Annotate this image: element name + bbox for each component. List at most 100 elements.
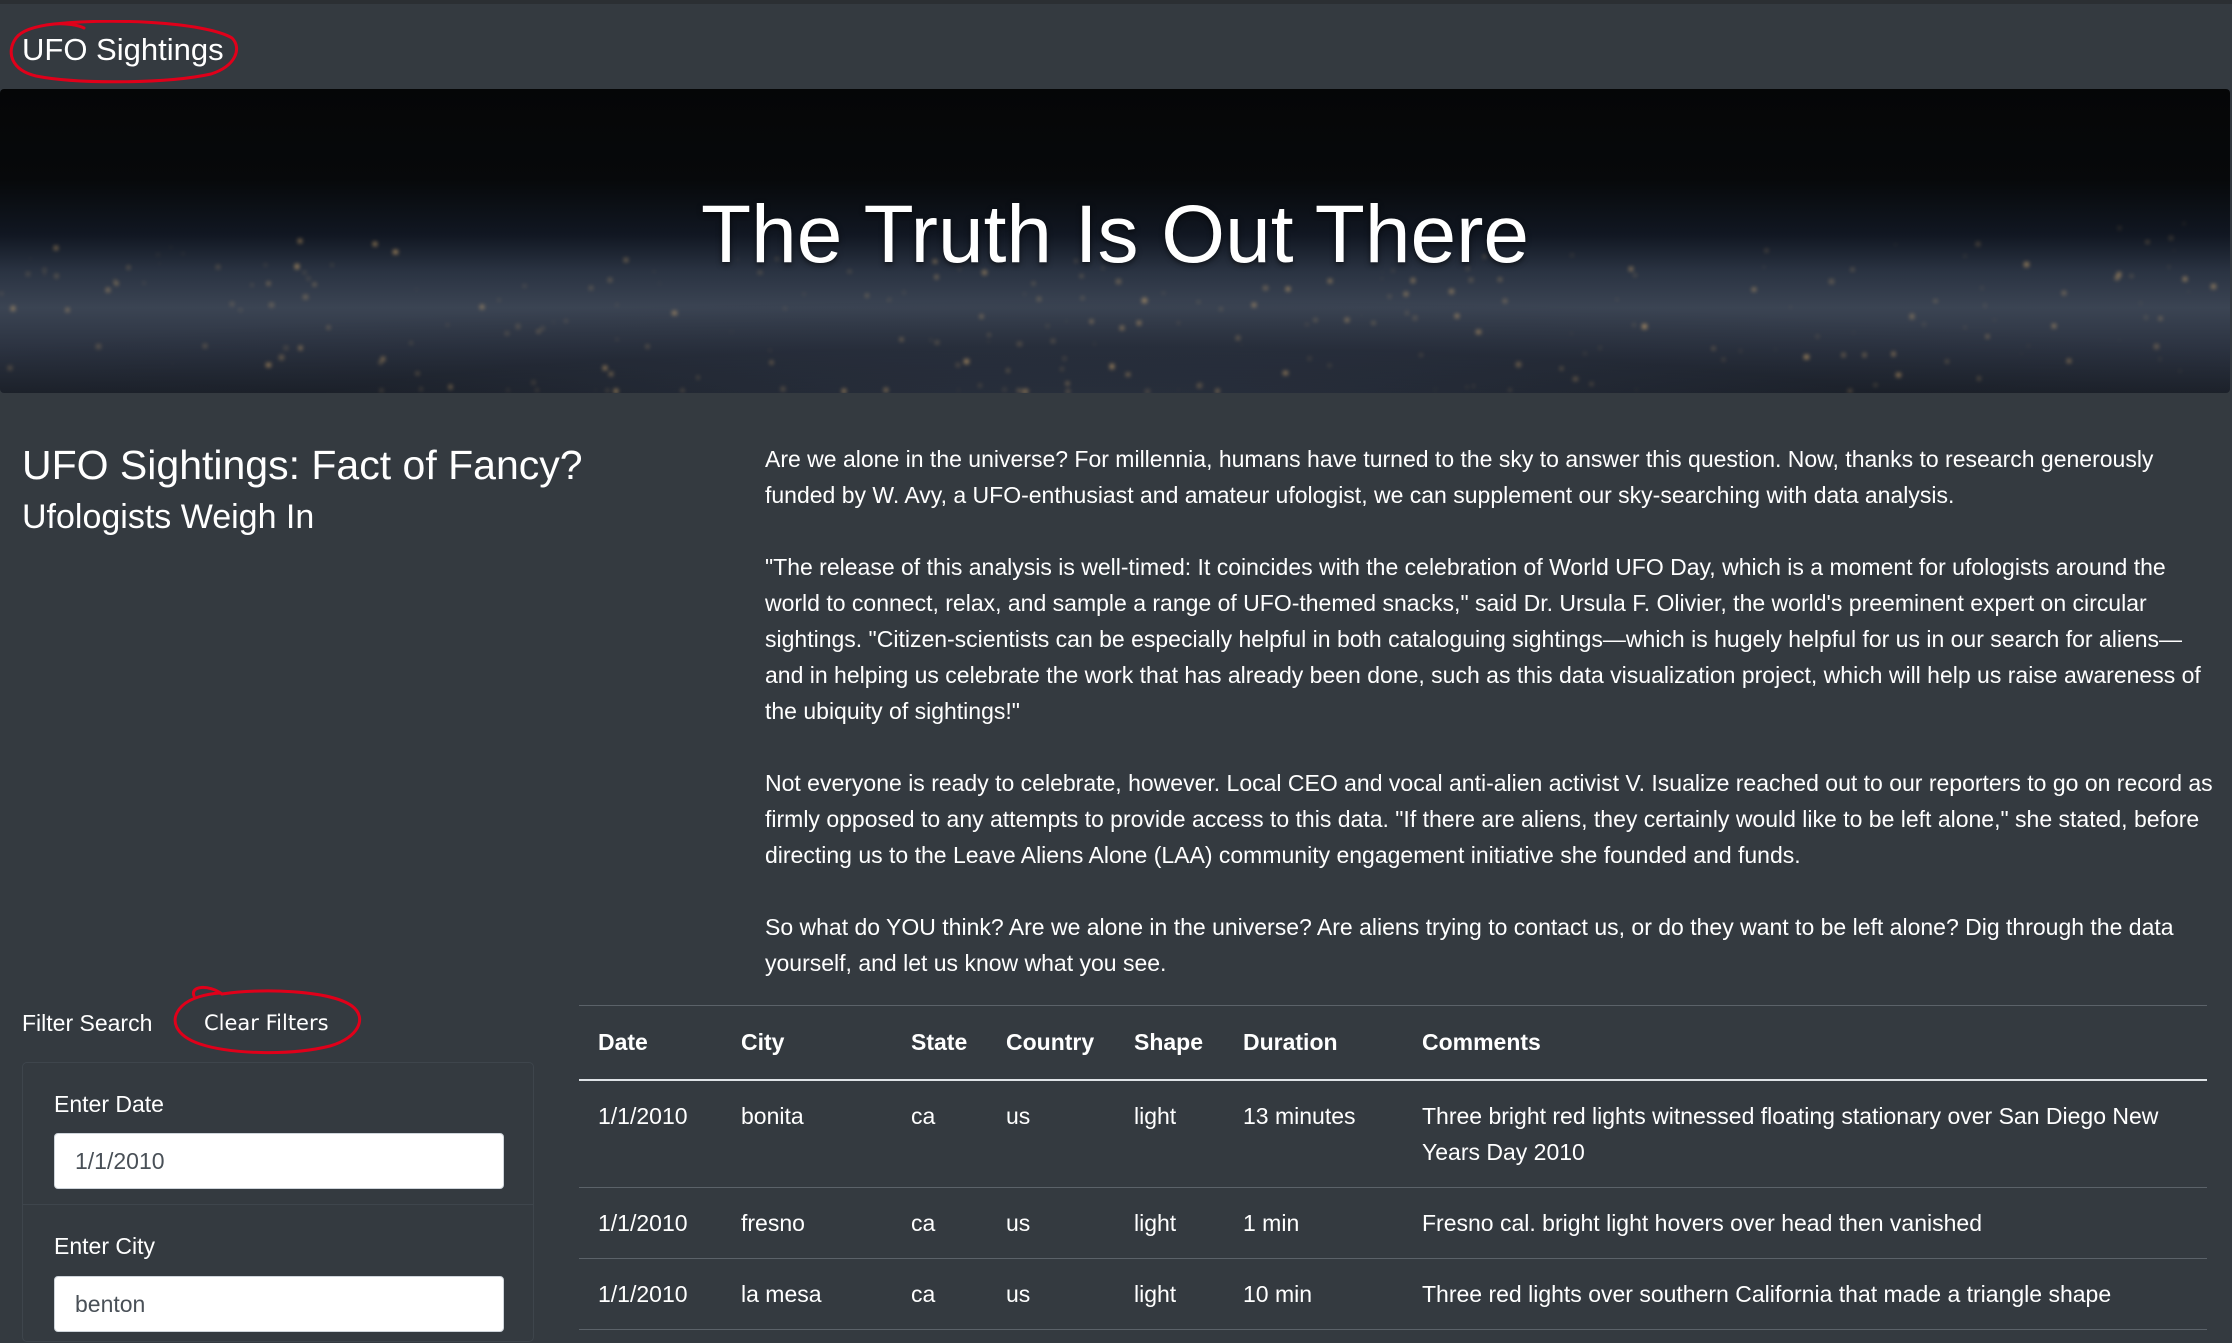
city-light-dot	[1306, 323, 1308, 326]
city-light-dot	[934, 340, 939, 345]
city-light-dot	[536, 329, 541, 334]
cell-state: ca	[892, 1187, 987, 1259]
city-light-dot	[1633, 324, 1636, 327]
city-light-dot	[602, 365, 608, 370]
city-light-dot	[1240, 343, 1243, 346]
clear-filters-button[interactable]: Clear Filters	[186, 1005, 347, 1041]
cell-city: bonita	[722, 1080, 892, 1188]
table-row: 1/1/2010 fresno ca us light 1 min Fresno…	[579, 1187, 2207, 1259]
city-light-dot	[1263, 285, 1268, 291]
date-input[interactable]	[54, 1133, 504, 1189]
city-light-dot	[1964, 326, 1966, 329]
city-light-dot	[1572, 376, 1578, 382]
city-light-dot	[957, 389, 960, 391]
cell-duration: 1 min	[1224, 1187, 1403, 1259]
city-input[interactable]	[54, 1276, 504, 1332]
column-header-city[interactable]: City	[722, 1005, 892, 1081]
city-light-dot	[1412, 315, 1418, 320]
city-light-dot	[1119, 325, 1125, 331]
city-light-dot	[1466, 386, 1469, 388]
city-light-dot	[96, 343, 102, 349]
city-light-dot	[2158, 316, 2162, 320]
city-light-dot	[1051, 339, 1055, 343]
city-light-dot	[2052, 323, 2057, 328]
city-light-dot	[606, 389, 610, 392]
city-light-dot	[1775, 348, 1777, 351]
city-light-dot	[1739, 350, 1742, 353]
city-light-dot	[2118, 339, 2121, 342]
city-light-dot	[1235, 335, 1240, 340]
city-light-dot	[269, 302, 275, 308]
city-light-dot	[1848, 389, 1853, 393]
column-header-duration[interactable]: Duration	[1224, 1005, 1403, 1081]
table-header-row: Date City State Country Shape Duration C…	[579, 1005, 2207, 1081]
cell-comments: Three bright red lights witnessed floati…	[1403, 1080, 2207, 1188]
city-light-dot	[588, 285, 593, 290]
city-light-dot	[1909, 314, 1915, 319]
city-light-dot	[696, 375, 700, 379]
city-light-dot	[312, 282, 317, 287]
city-light-dot	[659, 283, 661, 285]
city-light-dot	[2211, 284, 2216, 290]
city-light-dot	[1060, 367, 1063, 370]
city-light-dot	[1405, 311, 1409, 315]
city-light-dot	[2066, 358, 2071, 363]
city-light-dot	[1162, 292, 1165, 294]
cell-state: ca	[892, 1258, 987, 1330]
city-light-dot	[988, 340, 990, 342]
city-light-dot	[884, 388, 889, 393]
column-header-state[interactable]: State	[892, 1005, 987, 1081]
city-light-dot	[1327, 363, 1332, 368]
city-light-dot	[780, 387, 785, 392]
city-light-dot	[1145, 389, 1150, 393]
city-light-dot	[1006, 369, 1009, 372]
city-light-dot	[1142, 298, 1147, 303]
city-light-dot	[1109, 364, 1114, 369]
city-light-dot	[1590, 382, 1593, 385]
city-light-dot	[505, 331, 509, 336]
hero-title: The Truth Is Out There	[701, 189, 1529, 280]
city-light-dot	[2178, 370, 2181, 373]
city-light-dot	[842, 389, 847, 393]
city-light-dot	[1509, 389, 1512, 391]
city-light-dot	[1089, 320, 1093, 324]
city-light-dot	[238, 308, 242, 312]
column-header-shape[interactable]: Shape	[1115, 1005, 1224, 1081]
city-light-dot	[902, 291, 906, 294]
city-light-dot	[507, 388, 510, 392]
city-light-dot	[410, 341, 413, 344]
city-light-dot	[1873, 383, 1877, 387]
column-header-date[interactable]: Date	[579, 1005, 722, 1081]
city-light-dot	[536, 389, 539, 391]
city-light-dot	[1449, 288, 1455, 294]
city-light-dot	[1286, 286, 1291, 291]
city-light-dot	[266, 362, 271, 367]
cell-date: 1/1/2010	[579, 1187, 722, 1259]
cell-comments: Fresno cal. bright light hovers over hea…	[1403, 1187, 2207, 1259]
city-light-dot	[1434, 389, 1437, 391]
city-light-dot	[1570, 332, 1573, 335]
navbar: UFO Sightings	[0, 0, 2232, 89]
cell-duration: 10 min	[1224, 1258, 1403, 1330]
city-light-dot	[379, 360, 383, 365]
column-header-country[interactable]: Country	[987, 1005, 1115, 1081]
city-light-dot	[1598, 347, 1601, 350]
city-light-dot	[646, 344, 650, 349]
city-light-dot	[769, 349, 771, 352]
city-light-dot	[1636, 389, 1638, 391]
city-light-dot	[1842, 353, 1846, 357]
city-light-dot	[419, 387, 422, 390]
article-paragraph: "The release of this analysis is well-ti…	[765, 554, 2201, 724]
city-light-dot	[2021, 352, 2023, 354]
city-light-dot	[381, 357, 386, 362]
city-light-dot	[1852, 331, 1854, 333]
article-body: Are we alone in the universe? For millen…	[765, 441, 2215, 1017]
city-light-dot	[346, 329, 348, 332]
city-light-dot	[327, 326, 331, 330]
city-light-dot	[1934, 299, 1937, 303]
navbar-brand-link[interactable]: UFO Sightings	[22, 32, 224, 68]
column-header-comments[interactable]: Comments	[1403, 1005, 2207, 1081]
city-light-dot	[1126, 372, 1130, 377]
city-light-dot	[1515, 362, 1521, 367]
city-light-dot	[1046, 324, 1049, 328]
